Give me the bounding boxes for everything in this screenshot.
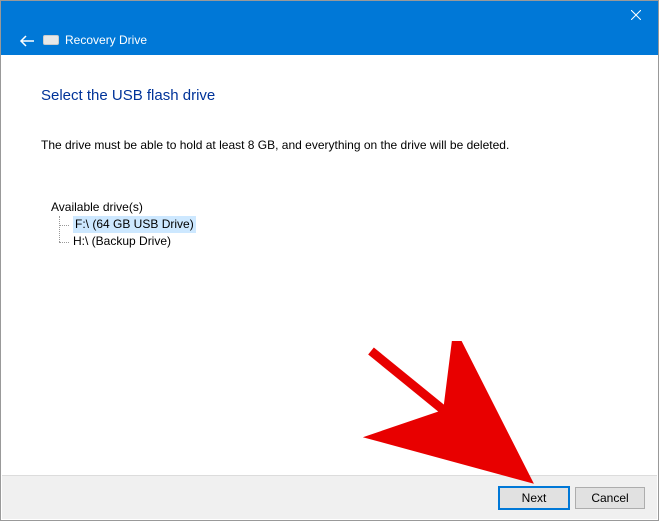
titlebar: Recovery Drive (1, 1, 658, 55)
back-arrow-icon (19, 35, 35, 47)
page-heading: Select the USB flash drive (41, 87, 618, 104)
back-button[interactable] (19, 35, 35, 50)
drive-icon (43, 35, 59, 45)
close-icon (631, 10, 641, 20)
drive-item[interactable]: H:\ (Backup Drive) (59, 233, 618, 250)
drive-tree: F:\ (64 GB USB Drive) H:\ (Backup Drive) (59, 216, 618, 250)
drive-item[interactable]: F:\ (64 GB USB Drive) (59, 216, 618, 233)
next-button[interactable]: Next (499, 487, 569, 509)
drives-label: Available drive(s) (51, 200, 618, 214)
drive-item-label: F:\ (64 GB USB Drive) (73, 216, 196, 233)
annotation-arrow (361, 341, 541, 491)
window-title: Recovery Drive (65, 33, 147, 47)
footer: Next Cancel (2, 475, 657, 519)
instruction-text: The drive must be able to hold at least … (41, 138, 618, 152)
content-area: Select the USB flash drive The drive mus… (1, 55, 658, 250)
close-button[interactable] (613, 1, 658, 29)
cancel-button[interactable]: Cancel (575, 487, 645, 509)
drive-item-label: H:\ (Backup Drive) (73, 234, 171, 248)
